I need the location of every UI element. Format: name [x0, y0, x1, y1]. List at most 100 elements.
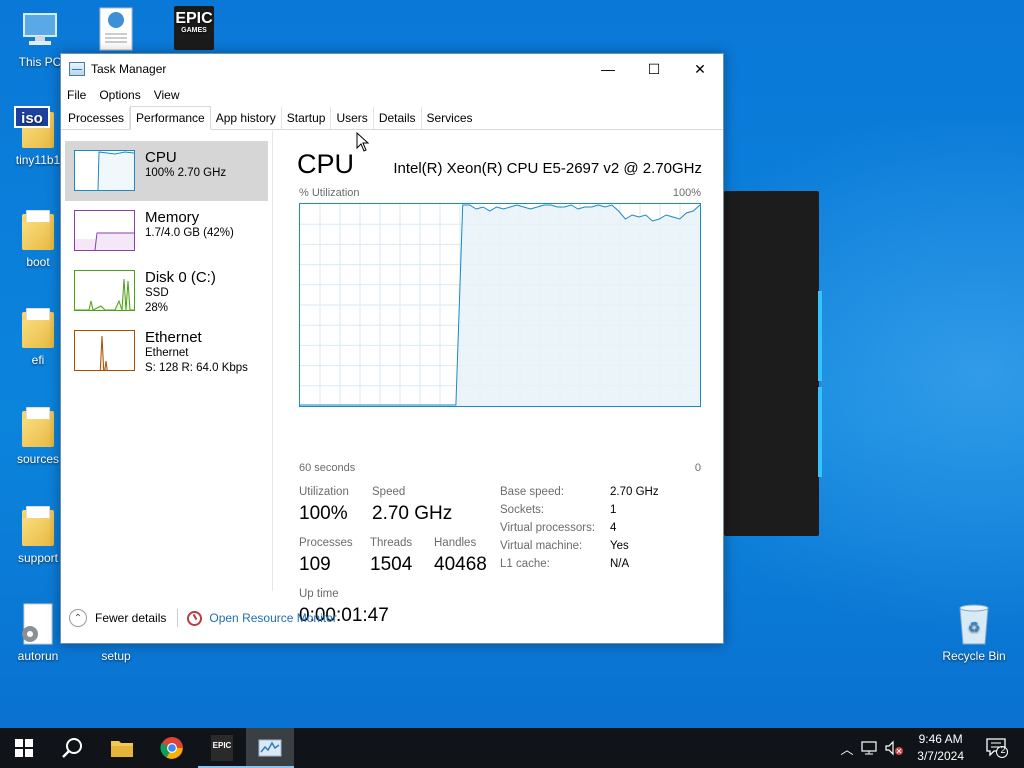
epic-taskbar-text: EPIC [212, 741, 232, 750]
maximize-button[interactable]: ☐ [631, 54, 677, 84]
iso-badge: iso [14, 106, 50, 128]
resource-name: Disk 0 (C:) [145, 269, 216, 286]
ethernet-thumbnail-graph [74, 330, 135, 371]
folder-icon [18, 208, 58, 252]
resource-name: Memory [145, 209, 200, 226]
virtual-processors-label: Virtual processors: [500, 522, 596, 534]
virtual-processors-value: 4 [610, 522, 617, 534]
resource-detail: Ethernet [145, 347, 189, 359]
disk-thumbnail-graph [74, 270, 135, 311]
tab-processes[interactable]: Processes [63, 107, 131, 129]
epic-logo-subtext: GAMES [181, 27, 207, 34]
show-hidden-icons-chevron-icon[interactable]: ︿ [838, 739, 856, 758]
resource-item-ethernet[interactable]: Ethernet Ethernet S: 128 R: 64.0 Kbps [65, 327, 268, 387]
epic-games-icon: EPIC GAMES [174, 6, 214, 50]
virtual-machine-value: Yes [610, 540, 629, 552]
desktop-icon-document[interactable] [78, 6, 154, 53]
resource-item-memory[interactable]: Memory 1.7/4.0 GB (42%) [65, 201, 268, 261]
base-speed-label: Base speed: [500, 486, 564, 498]
folder-icon [18, 504, 58, 548]
cpu-model: Intel(R) Xeon(R) CPU E5-2697 v2 @ 2.70GH… [393, 160, 702, 177]
handles-value: 40468 [434, 554, 487, 575]
footer-divider [177, 609, 179, 627]
windows-logo-icon [15, 739, 33, 757]
title-bar[interactable]: Task Manager — ☐ ✕ [61, 54, 723, 84]
tab-app-history[interactable]: App history [211, 107, 282, 129]
disc-image-icon: iso [14, 106, 58, 150]
settings-file-icon [18, 602, 58, 646]
folder-icon [111, 741, 133, 757]
graph-x-left-label: 60 seconds [299, 462, 356, 474]
resource-detail: 1.7/4.0 GB (42%) [145, 227, 234, 239]
menu-view[interactable]: View [154, 88, 180, 102]
task-manager-app-icon [69, 62, 85, 76]
search-button[interactable] [48, 728, 96, 768]
folder-icon [18, 405, 58, 449]
speed-value: 2.70 GHz [372, 503, 453, 524]
graph-y-label: % Utilization [299, 187, 360, 199]
memory-thumbnail-graph [74, 210, 135, 251]
tab-services[interactable]: Services [422, 107, 478, 129]
network-icon[interactable] [860, 740, 878, 756]
start-button[interactable] [0, 728, 48, 768]
cpu-performance-pane: CPU Intel(R) Xeon(R) CPU E5-2697 v2 @ 2.… [273, 131, 724, 626]
recycle-bin-icon: ♻ [954, 602, 994, 646]
graph-y-max: 100% [672, 187, 701, 199]
fewer-details-link[interactable]: Fewer details [95, 611, 166, 625]
menu-file[interactable]: File [67, 88, 86, 102]
desktop-icon-epic-games[interactable]: EPIC GAMES [156, 6, 232, 53]
utilization-label: Utilization [299, 486, 349, 498]
resource-usage: 28% [145, 302, 169, 314]
utilization-value: 100% [299, 503, 348, 524]
cpu-utilization-chart [300, 204, 701, 406]
desktop-icon-recycle-bin[interactable]: ♻ Recycle Bin [936, 602, 1012, 663]
background-window [724, 191, 822, 536]
search-icon [62, 738, 82, 758]
threads-label: Threads [370, 537, 413, 549]
chrome-button[interactable] [148, 728, 196, 768]
chevron-up-icon[interactable]: ⌃ [69, 609, 87, 627]
window-controls: — ☐ ✕ [585, 54, 723, 84]
epic-games-button[interactable]: EPIC [198, 728, 246, 768]
resource-item-cpu[interactable]: CPU 100% 2.70 GHz [65, 141, 268, 201]
threads-value: 1504 [370, 554, 413, 575]
task-manager-icon [258, 739, 282, 757]
sockets-label: Sockets: [500, 504, 545, 516]
action-center-button[interactable]: 2 [986, 738, 1008, 758]
tab-strip: Processes Performance App history Startu… [61, 106, 723, 130]
window-title: Task Manager [91, 62, 167, 76]
file-explorer-button[interactable] [98, 728, 146, 768]
clock[interactable]: 9:46 AM 3/7/2024 [917, 731, 964, 765]
volume-muted-icon[interactable] [884, 740, 904, 756]
resource-detail: SSD [145, 287, 169, 299]
close-button[interactable]: ✕ [677, 54, 723, 84]
resource-detail: 100% 2.70 GHz [145, 167, 227, 179]
tab-performance[interactable]: Performance [130, 106, 211, 130]
tab-details[interactable]: Details [374, 107, 422, 129]
cpu-thumbnail-graph [74, 150, 135, 191]
open-resource-monitor-link[interactable]: Open Resource Monitor [209, 611, 336, 625]
sockets-value: 1 [610, 504, 617, 516]
system-tray: ︿ [838, 728, 904, 768]
clock-date: 3/7/2024 [917, 749, 964, 763]
task-manager-taskbar-button[interactable] [246, 728, 294, 768]
page-title: CPU [297, 149, 355, 179]
cpu-utilization-graph [299, 203, 701, 407]
tab-users[interactable]: Users [331, 107, 374, 129]
tab-startup[interactable]: Startup [282, 107, 332, 129]
base-speed-value: 2.70 GHz [610, 486, 659, 498]
task-manager-window: Task Manager — ☐ ✕ File Options View Pro… [60, 53, 724, 644]
processes-value: 109 [299, 554, 331, 575]
cpu-mini-chart [97, 151, 134, 190]
clock-time: 9:46 AM [918, 732, 963, 746]
window-footer: ⌃ Fewer details Open Resource Monitor [61, 593, 723, 643]
mouse-cursor-icon [356, 132, 370, 152]
resource-item-disk[interactable]: Disk 0 (C:) SSD 28% [65, 261, 268, 321]
folder-icon [18, 306, 58, 350]
resource-list: CPU 100% 2.70 GHz Memory 1.7/4.0 GB (42%… [61, 131, 273, 591]
menu-options[interactable]: Options [99, 88, 140, 102]
epic-games-icon: EPIC [211, 735, 233, 761]
resource-name: CPU [145, 149, 177, 166]
chrome-icon [160, 737, 183, 759]
minimize-button[interactable]: — [585, 54, 631, 84]
